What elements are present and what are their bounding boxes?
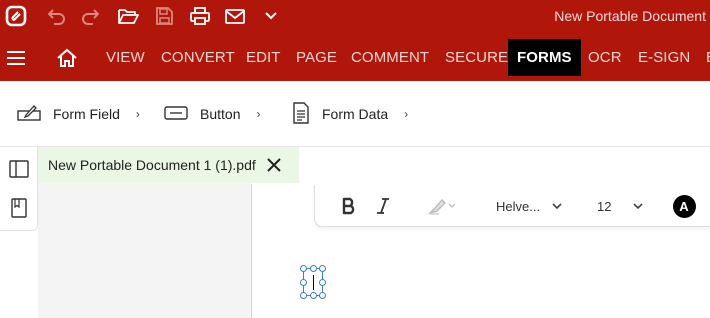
font-size-value: 12 [597, 198, 612, 214]
menu-forms[interactable]: FORMS [508, 39, 581, 76]
chevron-down-icon [552, 197, 562, 215]
chevron-down-icon [633, 197, 644, 215]
save-icon[interactable] [151, 4, 177, 28]
form-field-label: Form Field [53, 106, 120, 122]
resize-handle[interactable] [300, 292, 307, 299]
customize-chevron-icon[interactable] [258, 4, 284, 28]
resize-handle[interactable] [319, 279, 326, 286]
form-data-label: Form Data [322, 106, 389, 122]
hamburger-menu-icon[interactable] [6, 50, 26, 66]
document-tab[interactable]: New Portable Document 1 (1).pdf [38, 147, 299, 183]
form-field-icon [17, 103, 41, 126]
italic-button[interactable] [373, 194, 393, 218]
bookmark-icon[interactable] [7, 196, 31, 220]
close-icon[interactable] [265, 156, 283, 174]
text-color-button[interactable]: A [672, 194, 696, 218]
side-toolbar [0, 147, 38, 231]
document-tab-label: New Portable Document 1 (1).pdf [48, 157, 256, 173]
font-size-select[interactable]: 12 [597, 194, 647, 218]
menu-convert[interactable]: CONVERT [161, 39, 235, 76]
window-title: New Portable Document [554, 8, 706, 24]
menu-comment[interactable]: COMMENT [351, 39, 429, 76]
button-tool-label: Button [200, 106, 241, 122]
chevron-right-icon: › [256, 107, 261, 121]
form-field-button[interactable]: Form Field › [17, 101, 140, 127]
menu-view[interactable]: VIEW [106, 39, 145, 76]
chevron-right-icon: › [404, 107, 409, 121]
resize-handle[interactable] [319, 265, 326, 272]
bold-button[interactable] [339, 194, 359, 218]
resize-handle[interactable] [310, 292, 317, 299]
redo-icon[interactable] [78, 4, 104, 28]
resize-handle[interactable] [300, 279, 307, 286]
resize-handle[interactable] [300, 265, 307, 272]
menu-overflow[interactable]: E [706, 39, 710, 76]
menu-secure[interactable]: SECURE [445, 39, 508, 76]
menu-esign[interactable]: E-SIGN [638, 39, 690, 76]
text-cursor [313, 275, 314, 290]
app-logo-icon[interactable] [3, 4, 29, 28]
home-icon[interactable] [56, 48, 78, 68]
menu-bar: VIEW CONVERT EDIT PAGE COMMENT SECURE FO… [0, 33, 710, 81]
form-data-button[interactable]: Form Data › [292, 101, 408, 127]
button-tool-icon [164, 105, 188, 124]
text-format-toolbar: Helve... 12 A [314, 185, 710, 227]
button-tool-button[interactable]: Button › [164, 101, 260, 127]
highlight-button[interactable] [419, 194, 463, 218]
menu-page[interactable]: PAGE [296, 39, 337, 76]
open-folder-icon[interactable] [115, 4, 141, 28]
chevron-right-icon: › [135, 107, 140, 121]
resize-handle[interactable] [310, 265, 317, 272]
title-bar: New Portable Document [0, 0, 710, 33]
email-icon[interactable] [222, 4, 248, 28]
resize-handle[interactable] [319, 292, 326, 299]
text-color-swatch: A [672, 194, 696, 218]
print-icon[interactable] [187, 4, 213, 28]
font-family-select[interactable]: Helve... [496, 194, 566, 218]
forms-ribbon: Form Field › Button › Form Data › [0, 81, 710, 147]
menu-edit[interactable]: EDIT [246, 39, 281, 76]
sidebar-toggle-icon[interactable] [7, 157, 31, 181]
undo-icon[interactable] [43, 4, 69, 28]
font-family-value: Helve... [496, 198, 541, 214]
text-form-field[interactable] [300, 265, 326, 299]
menu-ocr[interactable]: OCR [588, 39, 622, 76]
form-data-icon [292, 101, 310, 127]
